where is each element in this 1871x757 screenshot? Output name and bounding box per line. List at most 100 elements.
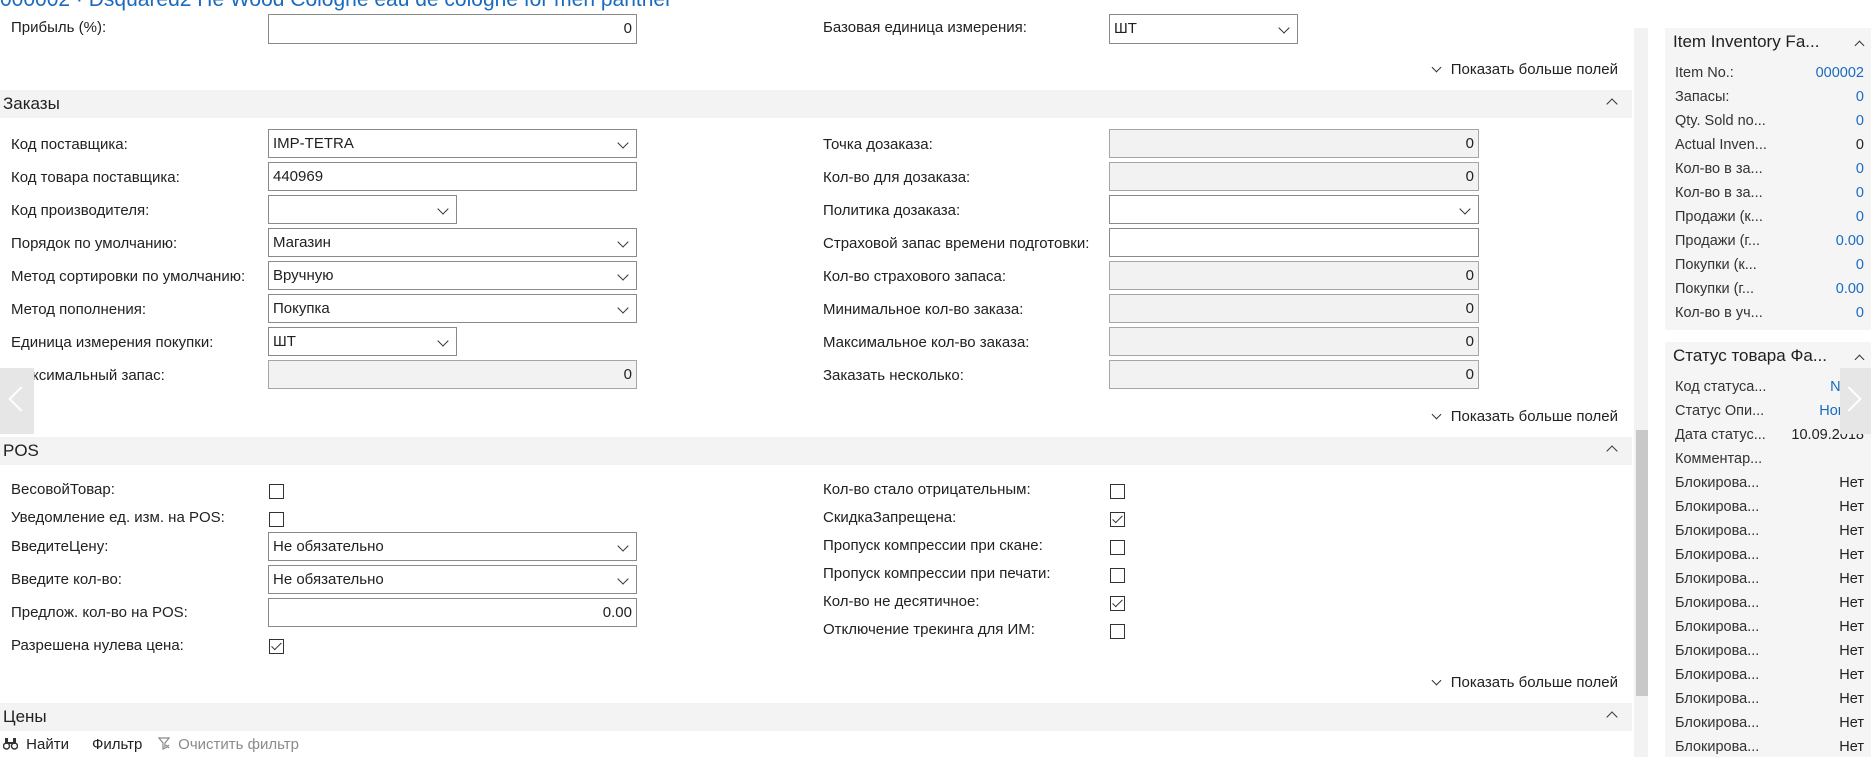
filter-button[interactable]: Фильтр	[92, 736, 142, 753]
enter-price-dropdown[interactable]: Не обязательно	[268, 532, 637, 561]
safety-stock-label: Кол-во страхового запаса:	[823, 268, 1007, 285]
disable-tracking-label: Отключение трекинга для ИМ:	[823, 621, 1035, 638]
factbox-row: Блокирова... Нет	[1665, 616, 1871, 640]
section-prices-header[interactable]: Цены	[0, 703, 1632, 731]
section-orders-header[interactable]: Заказы	[0, 90, 1632, 118]
factbox-row: Блокирова... Нет	[1665, 688, 1871, 712]
chevron-up-icon[interactable]	[1854, 40, 1865, 51]
next-record-button[interactable]	[1836, 368, 1871, 434]
factbox-row: Actual Inven... 0	[1665, 134, 1871, 158]
factbox-value: Нет	[1839, 523, 1864, 539]
zero-price-allowed-label: Разрешена нулева цена:	[11, 637, 184, 654]
qty-not-decimal-checkbox[interactable]	[1110, 596, 1125, 611]
main-content: Прибыль (%): 0 Базовая единица измерения…	[0, 0, 1632, 757]
find-button[interactable]: Найти	[2, 736, 69, 753]
zero-price-allowed-checkbox[interactable]	[269, 639, 284, 654]
replenishment-dropdown[interactable]: Покупка	[268, 294, 637, 323]
reorder-qty-field[interactable]: 0	[1109, 162, 1479, 191]
factbox-value: Нет	[1839, 475, 1864, 491]
vendor-no-dropdown[interactable]: IMP-TETRA	[268, 129, 637, 158]
show-more-fields-orders[interactable]: Показать больше полей	[1431, 408, 1618, 425]
skip-compression-scan-checkbox[interactable]	[1110, 540, 1125, 555]
chevron-up-icon[interactable]	[1606, 711, 1618, 723]
main-scrollbar-thumb[interactable]	[1636, 430, 1648, 696]
find-label: Найти	[26, 736, 69, 753]
manufacturer-code-dropdown[interactable]	[268, 195, 457, 224]
factbox-value: Нет	[1839, 667, 1864, 683]
factbox-row: Блокирова... Нет	[1665, 568, 1871, 592]
section-pos-header[interactable]: POS	[0, 437, 1632, 465]
factbox-value: Нет	[1839, 643, 1864, 659]
show-more-label: Показать больше полей	[1450, 61, 1618, 78]
reorder-point-field[interactable]: 0	[1109, 129, 1479, 158]
reorder-policy-dropdown[interactable]	[1109, 195, 1479, 224]
factbox-label: Запасы:	[1675, 89, 1730, 105]
factbox-row: Продажи (г... 0.00	[1665, 230, 1871, 254]
factbox-value-link[interactable]: 000002	[1816, 65, 1864, 81]
show-more-fields-pos[interactable]: Показать больше полей	[1431, 674, 1618, 691]
order-multiple-field[interactable]: 0	[1109, 360, 1479, 389]
section-orders-title: Заказы	[3, 94, 60, 113]
factbox-value-link[interactable]: 0.00	[1836, 233, 1864, 249]
factbox-value-link[interactable]: 0	[1856, 161, 1864, 177]
factbox-inventory-title[interactable]: Item Inventory Fa...	[1673, 32, 1819, 52]
factbox-label: Item No.:	[1675, 65, 1734, 81]
default-sort-dropdown[interactable]: Вручную	[268, 261, 637, 290]
previous-record-button[interactable]	[0, 368, 34, 434]
reorder-qty-label: Кол-во для дозаказа:	[823, 169, 971, 186]
enter-qty-dropdown[interactable]: Не обязательно	[268, 565, 637, 594]
factbox-row: Покупки (к... 0	[1665, 254, 1871, 278]
discount-blocked-checkbox[interactable]	[1110, 512, 1125, 527]
pos-uom-notify-checkbox[interactable]	[269, 512, 284, 527]
show-more-label: Показать больше полей	[1450, 674, 1618, 691]
min-order-qty-field[interactable]: 0	[1109, 294, 1479, 323]
purchase-uom-dropdown[interactable]: ШТ	[268, 327, 457, 356]
vendor-item-no-field[interactable]: 440969	[268, 162, 637, 191]
factbox-value-link[interactable]: 0.00	[1836, 281, 1864, 297]
max-order-qty-field[interactable]: 0	[1109, 327, 1479, 356]
suggested-pos-qty-field[interactable]: 0.00	[268, 598, 637, 627]
chevron-up-icon[interactable]	[1606, 98, 1618, 110]
clear-filter-label: Очистить фильтр	[178, 736, 299, 753]
max-inventory-field[interactable]: 0	[268, 360, 637, 389]
safety-stock-field[interactable]: 0	[1109, 261, 1479, 290]
factbox-status-title[interactable]: Статус товара Фа...	[1673, 346, 1827, 366]
factbox-label: Блокирова...	[1675, 739, 1760, 755]
weight-item-checkbox[interactable]	[269, 484, 284, 499]
disable-tracking-checkbox[interactable]	[1110, 624, 1125, 639]
reorder-policy-label: Политика дозаказа:	[823, 202, 961, 219]
factbox-row: Блокирова... Нет	[1665, 712, 1871, 736]
factbox-value-link[interactable]: 0	[1856, 185, 1864, 201]
clear-filter-button[interactable]: Очистить фильтр	[157, 736, 299, 753]
default-sort-label: Метод сортировки по умолчанию:	[11, 268, 246, 285]
suggested-pos-qty-label: Предлож. кол-во на POS:	[11, 604, 188, 621]
max-inventory-label: Максимальный запас:	[11, 367, 165, 384]
factbox-label: Кол-во в за...	[1675, 185, 1763, 201]
profit-field[interactable]: 0	[268, 14, 637, 44]
chevron-up-icon[interactable]	[1606, 445, 1618, 457]
base-uom-dropdown[interactable]: ШТ	[1109, 14, 1298, 44]
factbox-label: Комментар...	[1675, 451, 1763, 467]
factbox-row: Запасы: 0	[1665, 86, 1871, 110]
safety-lead-time-field[interactable]	[1109, 228, 1479, 257]
show-more-label: Показать больше полей	[1450, 408, 1618, 425]
factbox-label: Код статуса...	[1675, 379, 1767, 395]
section-prices-title: Цены	[3, 707, 47, 726]
skip-compression-scan-label: Пропуск компрессии при скане:	[823, 537, 1043, 554]
factbox-value-link[interactable]: 0	[1856, 257, 1864, 273]
factbox-value-link[interactable]: 0	[1856, 305, 1864, 321]
qty-negative-checkbox[interactable]	[1110, 484, 1125, 499]
show-more-fields-general[interactable]: Показать больше полей	[1431, 61, 1618, 78]
factbox-value-link[interactable]: 0	[1856, 209, 1864, 225]
skip-compression-print-checkbox[interactable]	[1110, 568, 1125, 583]
factbox-row: Блокирова... Нет	[1665, 664, 1871, 688]
chevron-up-icon[interactable]	[1854, 354, 1865, 365]
factbox-label: Блокирова...	[1675, 523, 1760, 539]
factbox-value: Нет	[1839, 499, 1864, 515]
default-order-dropdown[interactable]: Магазин	[268, 228, 637, 257]
qty-negative-label: Кол-во стало отрицательным:	[823, 481, 1031, 498]
factbox-value-link[interactable]: 0	[1856, 113, 1864, 129]
factbox-value-link[interactable]: 0	[1856, 89, 1864, 105]
enter-qty-label: Введите кол-во:	[11, 571, 122, 588]
factbox-row: Кол-во в уч... 0	[1665, 302, 1871, 326]
